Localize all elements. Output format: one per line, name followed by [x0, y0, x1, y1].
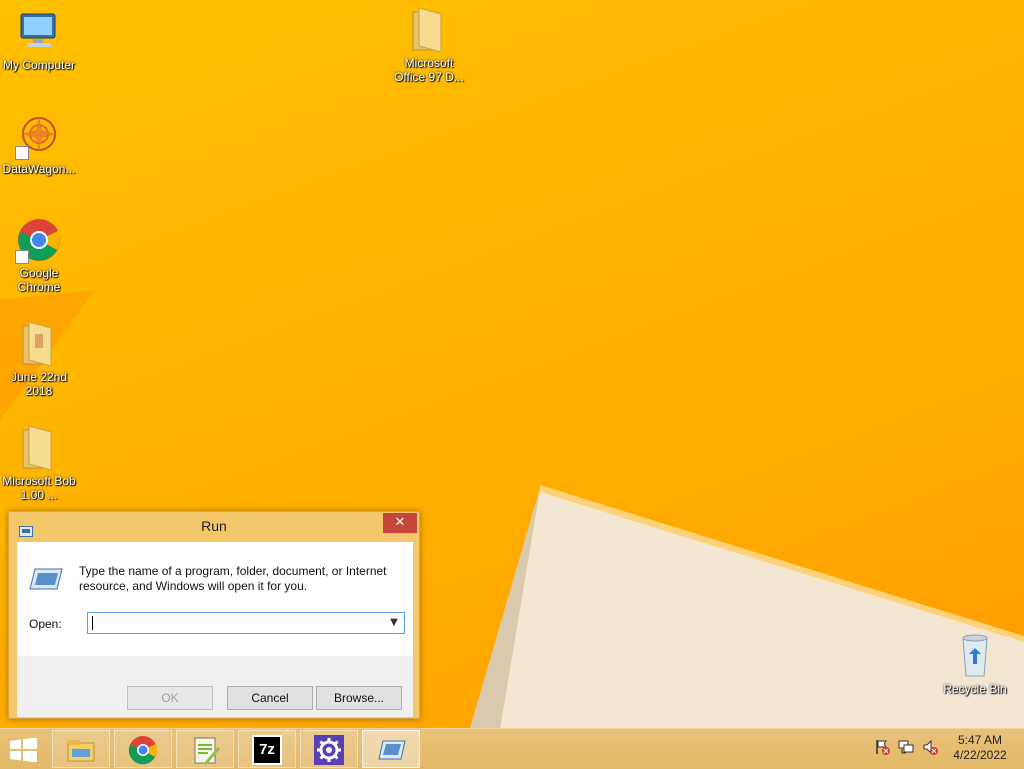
- desktop-icon-label: Microsoft Office 97 D...: [394, 56, 464, 84]
- desktop-icon-label: DataWagon...: [2, 162, 76, 176]
- taskbar-chrome[interactable]: [114, 730, 172, 768]
- file-explorer-icon: [67, 740, 95, 762]
- desktop-icon-microsoft-office-97[interactable]: Microsoft Office 97 D...: [390, 6, 468, 84]
- desktop-icon-label: June 22nd 2018: [10, 370, 68, 398]
- folder-icon: [15, 320, 63, 368]
- windows-logo-icon: [10, 737, 37, 763]
- run-dialog: Run ✕ Type the name of a program, folder…: [8, 511, 420, 719]
- chevron-down-icon[interactable]: ▼: [386, 614, 402, 632]
- desktop-icon-label: Recycle Bin: [943, 682, 1007, 696]
- datawagon-icon: [15, 112, 63, 160]
- open-input[interactable]: [90, 614, 380, 632]
- text-caret: [92, 616, 93, 630]
- run-dialog-title: Run: [201, 518, 227, 534]
- recycle-bin-icon: [951, 632, 999, 680]
- close-icon: ✕: [394, 515, 406, 530]
- desktop-icon-recycle-bin[interactable]: Recycle Bin: [936, 632, 1014, 696]
- chrome-icon: [128, 736, 158, 765]
- run-dialog-titlebar[interactable]: Run: [9, 512, 419, 540]
- notepad-plus-plus-icon: [194, 737, 220, 765]
- clock[interactable]: 5:47 AM 4/22/2022: [940, 733, 1020, 763]
- shortcut-arrow-icon: [15, 146, 29, 160]
- desktop: My Computer DataWagon... Google Chrome J…: [0, 0, 1024, 728]
- run-dialog-body: Type the name of a program, folder, docu…: [17, 542, 413, 717]
- taskbar-file-explorer[interactable]: [52, 730, 110, 768]
- start-button[interactable]: [10, 737, 38, 763]
- clock-date: 4/22/2022: [953, 748, 1007, 762]
- close-button[interactable]: ✕: [383, 513, 417, 533]
- run-dialog-button-bar: OK Cancel Browse...: [17, 656, 413, 717]
- clock-time: 5:47 AM: [957, 733, 1003, 747]
- cancel-button[interactable]: Cancel: [227, 686, 313, 710]
- settings-gear-icon: [314, 735, 344, 765]
- desktop-icon-google-chrome[interactable]: Google Chrome: [0, 216, 78, 294]
- desktop-icon-microsoft-bob[interactable]: Microsoft Bob 1.00 ...: [0, 424, 78, 502]
- browse-button[interactable]: Browse...: [316, 686, 402, 710]
- desktop-icon-my-computer[interactable]: My Computer: [0, 8, 78, 72]
- computer-icon: [15, 8, 63, 56]
- folder-icon: [15, 424, 63, 472]
- run-icon: [29, 568, 63, 593]
- desktop-icon-datawagon[interactable]: DataWagon...: [0, 112, 78, 176]
- folder-icon: [405, 6, 453, 54]
- taskbar: 7z 5:47 AM 4/22/2022: [0, 728, 1024, 769]
- action-center-flag-icon[interactable]: [874, 739, 890, 755]
- network-icon[interactable]: [898, 739, 914, 755]
- desktop-icon-label: Google Chrome: [17, 266, 61, 294]
- desktop-icon-label: Microsoft Bob 1.00 ...: [2, 474, 76, 502]
- desktop-icon-june-22nd-2018[interactable]: June 22nd 2018: [0, 320, 78, 398]
- run-icon: [378, 740, 406, 760]
- taskbar-settings[interactable]: [300, 730, 358, 768]
- desktop-icon-label: My Computer: [2, 58, 76, 72]
- volume-muted-icon[interactable]: [922, 739, 938, 755]
- run-dialog-description: Type the name of a program, folder, docu…: [79, 564, 387, 593]
- taskbar-run[interactable]: [362, 730, 420, 768]
- shortcut-arrow-icon: [15, 250, 29, 264]
- open-combobox[interactable]: ▼: [87, 612, 405, 634]
- 7zip-label: 7z: [259, 741, 275, 758]
- open-label: Open:: [29, 617, 62, 631]
- ok-button[interactable]: OK: [127, 686, 213, 710]
- taskbar-notepad-plus-plus[interactable]: [176, 730, 234, 768]
- taskbar-7zip[interactable]: 7z: [238, 730, 296, 768]
- chrome-icon: [15, 216, 63, 264]
- 7zip-icon: 7z: [252, 735, 282, 765]
